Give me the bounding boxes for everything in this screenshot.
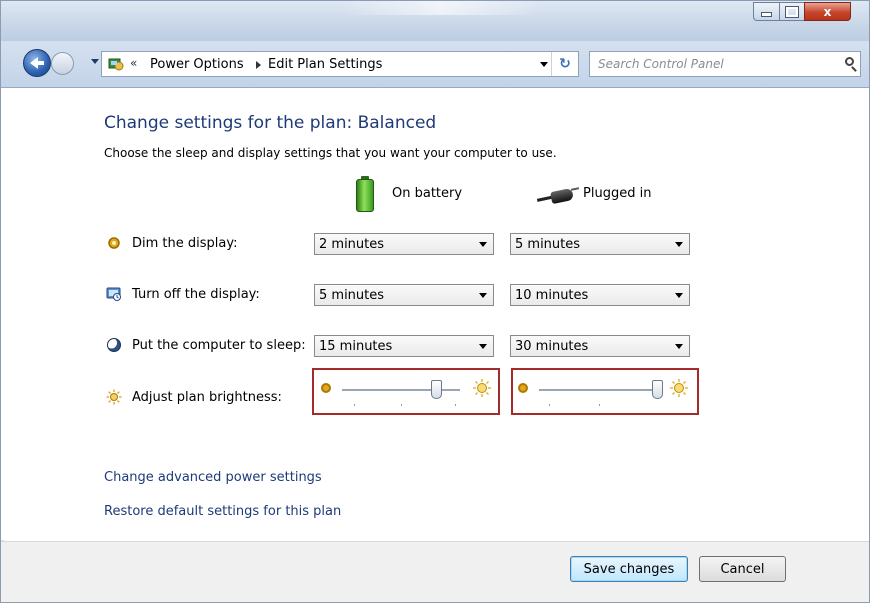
row-label-brightness: Adjust plan brightness: — [132, 390, 282, 405]
brightness-plugged-highlight — [511, 368, 699, 415]
sleep-battery-select[interactable]: 15 minutes — [314, 335, 494, 357]
monitor-icon — [106, 287, 121, 301]
brightness-plugged-track[interactable] — [539, 389, 657, 392]
breadcrumb-edit-plan-settings[interactable]: Edit Plan Settings — [268, 57, 382, 72]
moon-icon — [106, 337, 121, 352]
titlebar-glare — [341, 1, 541, 15]
column-header-on-battery: On battery — [392, 186, 463, 201]
close-button[interactable]: x — [804, 2, 851, 21]
close-icon: x — [823, 4, 832, 19]
column-header-plugged-in: Plugged in — [583, 186, 652, 201]
bright-sun-icon — [670, 379, 688, 397]
brightness-plugged-slider-thumb[interactable] — [652, 380, 663, 399]
dim-display-plugged-select[interactable]: 5 minutes — [510, 233, 690, 255]
dim-display-battery-select[interactable]: 2 minutes — [314, 233, 494, 255]
title-bar[interactable]: x — [1, 1, 869, 41]
back-button[interactable] — [23, 49, 51, 77]
brightness-battery-track[interactable] — [342, 389, 460, 392]
sleep-plugged-value: 30 minutes — [515, 339, 589, 354]
address-dropdown-icon[interactable] — [540, 62, 548, 67]
sleep-battery-value: 15 minutes — [319, 339, 393, 354]
dim-sun-small-icon — [321, 383, 331, 393]
dim-display-plugged-value: 5 minutes — [515, 237, 581, 252]
back-arrow-icon — [30, 57, 44, 69]
slider-tick — [549, 404, 550, 406]
save-changes-button[interactable]: Save changes — [570, 556, 688, 582]
chevron-down-icon — [675, 293, 683, 298]
slider-tick — [401, 404, 402, 406]
main-content: Change settings for the plan: Balanced C… — [1, 88, 869, 540]
dim-display-battery-value: 2 minutes — [319, 237, 385, 252]
turn-off-display-battery-select[interactable]: 5 minutes — [314, 284, 494, 306]
brightness-sun-icon — [106, 389, 122, 405]
address-bar[interactable]: « Power Options Edit Plan Settings ↻ — [101, 51, 579, 77]
recent-pages-dropdown[interactable] — [91, 59, 99, 64]
row-label-sleep: Put the computer to sleep: — [132, 338, 306, 353]
breadcrumb-separator-icon[interactable] — [256, 61, 261, 69]
address-overflow-chevron[interactable]: « — [130, 56, 137, 70]
turn-off-display-plugged-value: 10 minutes — [515, 288, 589, 303]
search-icon[interactable] — [845, 57, 854, 66]
turn-off-display-battery-value: 5 minutes — [319, 288, 385, 303]
cancel-button[interactable]: Cancel — [699, 556, 786, 582]
sleep-plugged-select[interactable]: 30 minutes — [510, 335, 690, 357]
change-advanced-power-settings-link[interactable]: Change advanced power settings — [104, 470, 322, 485]
row-label-dim-display: Dim the display: — [132, 236, 238, 251]
slider-tick — [599, 404, 600, 406]
turn-off-display-plugged-select[interactable]: 10 minutes — [510, 284, 690, 306]
dim-sun-icon — [108, 237, 120, 249]
maximize-button[interactable] — [779, 2, 805, 21]
chevron-down-icon — [479, 293, 487, 298]
search-placeholder: Search Control Panel — [598, 57, 724, 71]
minimize-button[interactable] — [753, 2, 780, 21]
maximize-icon — [785, 5, 799, 18]
power-plug-icon — [536, 187, 581, 205]
battery-icon — [356, 176, 374, 212]
chevron-down-icon — [479, 242, 487, 247]
minimize-icon — [761, 12, 772, 17]
refresh-button[interactable]: ↻ — [551, 52, 578, 76]
footer-bar: Save changes Cancel — [1, 541, 869, 602]
slider-tick — [354, 404, 355, 406]
slider-tick — [455, 404, 456, 406]
dim-sun-small-icon — [518, 383, 528, 393]
brightness-battery-highlight — [312, 368, 500, 415]
search-box[interactable]: Search Control Panel — [589, 51, 861, 77]
bright-sun-icon — [473, 379, 491, 397]
chevron-down-icon — [479, 344, 487, 349]
power-options-window: x « Power Options Edit Plan Settings ↻ S… — [0, 0, 870, 603]
chevron-down-icon — [675, 242, 683, 247]
navigation-bar: « Power Options Edit Plan Settings ↻ Sea… — [1, 41, 869, 88]
row-label-turn-off-display: Turn off the display: — [132, 287, 260, 302]
control-panel-icon — [108, 58, 124, 71]
forward-button[interactable] — [51, 52, 74, 75]
restore-default-settings-link[interactable]: Restore default settings for this plan — [104, 504, 341, 519]
breadcrumb-power-options[interactable]: Power Options — [150, 57, 244, 72]
page-title: Change settings for the plan: Balanced — [104, 113, 437, 133]
brightness-battery-slider-thumb[interactable] — [431, 380, 443, 399]
chevron-down-icon — [675, 344, 683, 349]
page-subtitle: Choose the sleep and display settings th… — [104, 146, 557, 160]
